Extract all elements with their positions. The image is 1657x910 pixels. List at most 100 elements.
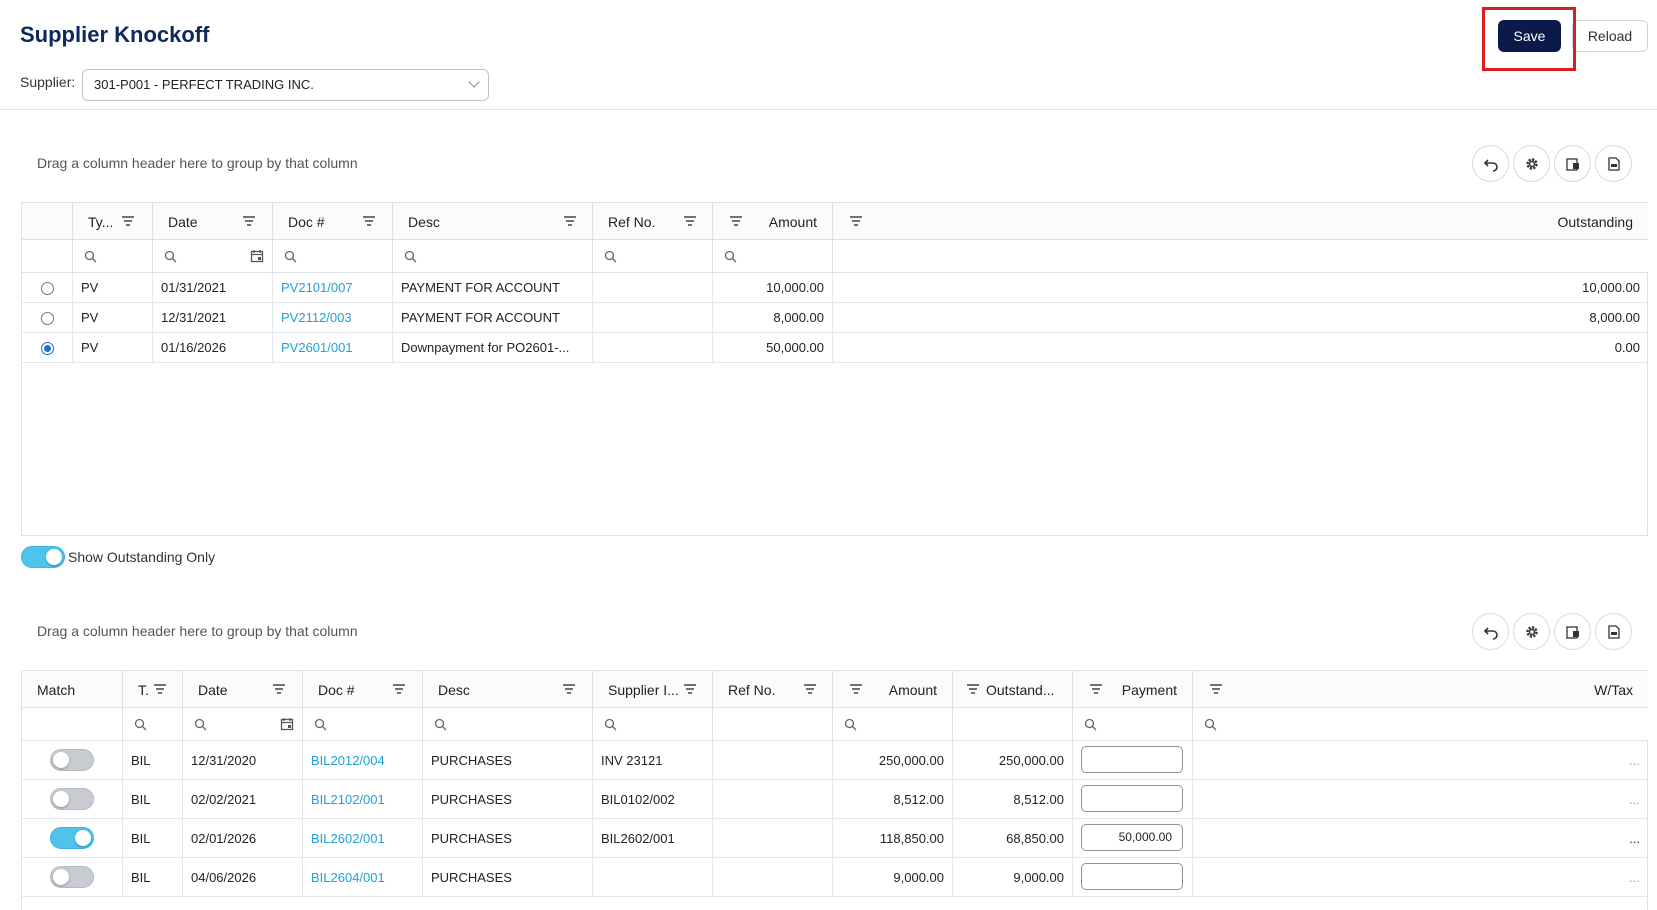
show-outstanding-toggle[interactable] — [21, 546, 65, 568]
filter-icon[interactable] — [966, 682, 980, 696]
filter-icon[interactable] — [849, 682, 863, 696]
filter-type[interactable] — [123, 708, 183, 741]
cell-ref — [713, 858, 833, 897]
column-header-supplier-inv[interactable]: Supplier I... — [593, 671, 713, 708]
column-header-doc[interactable]: Doc # — [273, 203, 393, 240]
cell-date: 02/02/2021 — [183, 780, 303, 819]
calendar-icon[interactable] — [250, 249, 264, 263]
doc-link[interactable]: BIL2012/004 — [303, 741, 423, 780]
filter-doc[interactable] — [273, 240, 393, 273]
column-header-payment[interactable]: Payment — [1073, 671, 1193, 708]
cell-outstanding: 250,000.00 — [953, 741, 1073, 780]
row-radio-selected[interactable] — [41, 342, 54, 355]
column-header-type[interactable]: T. — [123, 671, 183, 708]
match-cell — [22, 741, 123, 780]
column-header-desc[interactable]: Desc — [423, 671, 593, 708]
payment-input[interactable] — [1081, 863, 1183, 890]
wtax-more[interactable]: ... — [1193, 858, 1648, 897]
filter-icon[interactable] — [803, 682, 817, 696]
gear-icon[interactable] — [1513, 145, 1550, 182]
cell-supplier-inv — [593, 858, 713, 897]
cell-date: 01/16/2026 — [153, 333, 273, 363]
filter-icon[interactable] — [1089, 682, 1103, 696]
reload-button[interactable]: Reload — [1572, 20, 1648, 52]
search-icon — [314, 718, 327, 731]
doc-link[interactable]: BIL2602/001 — [303, 819, 423, 858]
filter-icon[interactable] — [362, 214, 376, 228]
column-header-outstanding[interactable]: Outstanding — [833, 203, 1648, 240]
column-header-date[interactable]: Date — [183, 671, 303, 708]
filter-icon[interactable] — [729, 214, 743, 228]
payment-input[interactable] — [1081, 785, 1183, 812]
column-header-desc[interactable]: Desc — [393, 203, 593, 240]
undo-icon[interactable] — [1472, 613, 1509, 650]
filter-date[interactable] — [183, 708, 303, 741]
column-header-amount[interactable]: Amount — [833, 671, 953, 708]
filter-wtax[interactable] — [1193, 708, 1648, 741]
filter-icon[interactable] — [683, 214, 697, 228]
column-header-ref[interactable]: Ref No. — [713, 671, 833, 708]
filter-ref[interactable] — [593, 240, 713, 273]
filter-icon[interactable] — [272, 682, 286, 696]
filter-icon[interactable] — [562, 682, 576, 696]
match-toggle[interactable] — [50, 788, 94, 810]
doc-link[interactable]: BIL2102/001 — [303, 780, 423, 819]
cell-desc: PURCHASES — [423, 858, 593, 897]
row-select[interactable] — [22, 333, 73, 363]
calendar-icon[interactable] — [280, 717, 294, 731]
doc-link[interactable]: BIL2604/001 — [303, 858, 423, 897]
search-icon — [724, 250, 737, 263]
match-toggle-on[interactable] — [50, 827, 94, 849]
payment-input[interactable]: 50,000.00 — [1081, 824, 1183, 851]
column-header-type[interactable]: Ty... — [73, 203, 153, 240]
cell-ref — [593, 333, 713, 363]
filter-icon[interactable] — [153, 682, 167, 696]
match-toggle[interactable] — [50, 749, 94, 771]
row-radio[interactable] — [41, 282, 54, 295]
wtax-more[interactable]: ... — [1193, 819, 1648, 858]
filter-icon[interactable] — [683, 682, 697, 696]
filter-outstanding[interactable] — [833, 240, 1648, 273]
doc-link[interactable]: PV2601/001 — [273, 333, 393, 363]
doc-link[interactable]: PV2101/007 — [273, 273, 393, 303]
filter-icon[interactable] — [242, 214, 256, 228]
export-pdf-icon[interactable] — [1595, 145, 1632, 182]
export-excel-icon[interactable] — [1554, 613, 1591, 650]
filter-supplier-inv[interactable] — [593, 708, 713, 741]
gear-icon[interactable] — [1513, 613, 1550, 650]
row-select[interactable] — [22, 303, 73, 333]
filter-icon[interactable] — [121, 214, 135, 228]
bottom-grid-toolbar — [1472, 613, 1632, 650]
filter-desc[interactable] — [393, 240, 593, 273]
match-toggle[interactable] — [50, 866, 94, 888]
column-header-date[interactable]: Date — [153, 203, 273, 240]
filter-payment[interactable] — [1073, 708, 1193, 741]
filter-amount[interactable] — [713, 240, 833, 273]
search-icon — [134, 718, 147, 731]
column-header-doc[interactable]: Doc # — [303, 671, 423, 708]
wtax-more[interactable]: ... — [1193, 780, 1648, 819]
filter-icon[interactable] — [849, 214, 863, 228]
filter-type[interactable] — [73, 240, 153, 273]
filter-icon[interactable] — [563, 214, 577, 228]
payment-input[interactable] — [1081, 746, 1183, 773]
column-header-outstanding[interactable]: Outstand... — [953, 671, 1073, 708]
filter-doc[interactable] — [303, 708, 423, 741]
undo-icon[interactable] — [1472, 145, 1509, 182]
filter-desc[interactable] — [423, 708, 593, 741]
column-header-match[interactable]: Match — [22, 671, 123, 708]
column-header-amount[interactable]: Amount — [713, 203, 833, 240]
row-radio[interactable] — [41, 312, 54, 325]
column-header-ref[interactable]: Ref No. — [593, 203, 713, 240]
column-header-wtax[interactable]: W/Tax — [1193, 671, 1648, 708]
filter-icon[interactable] — [392, 682, 406, 696]
filter-amount[interactable] — [833, 708, 953, 741]
filter-date[interactable] — [153, 240, 273, 273]
doc-link[interactable]: PV2112/003 — [273, 303, 393, 333]
row-select[interactable] — [22, 273, 73, 303]
wtax-more[interactable]: ... — [1193, 741, 1648, 780]
export-pdf-icon[interactable] — [1595, 613, 1632, 650]
export-excel-icon[interactable] — [1554, 145, 1591, 182]
supplier-select[interactable]: 301-P001 - PERFECT TRADING INC. — [82, 69, 489, 101]
filter-icon[interactable] — [1209, 682, 1223, 696]
